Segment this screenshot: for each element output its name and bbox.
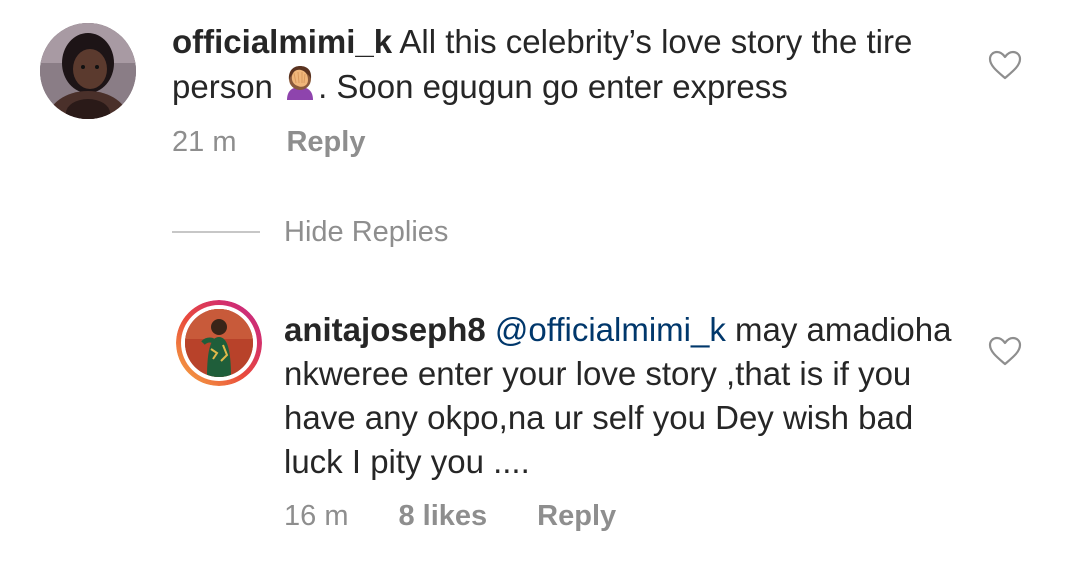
reply-reply-button[interactable]: Reply (537, 500, 616, 532)
avatar[interactable] (40, 23, 136, 119)
hide-replies-label: Hide Replies (284, 215, 449, 248)
reply-button[interactable]: Reply (286, 126, 365, 158)
heart-outline-icon[interactable] (988, 50, 1022, 80)
comment-username[interactable]: officialmimi_k (172, 23, 392, 60)
reply-likes-count[interactable]: 8 likes (398, 500, 487, 532)
heart-outline-icon[interactable] (988, 336, 1022, 366)
reply-meta: 16 m 8 likes Reply (284, 498, 616, 534)
reply-avatar-photo (185, 309, 253, 377)
comment-text-part-2: . Soon egugun go enter express (318, 68, 788, 105)
reply-username[interactable]: anitajoseph8 (284, 311, 486, 348)
comment-meta: 21 m Reply (172, 124, 365, 160)
comments-panel: officialmimi_k All this celebrity’s love… (0, 0, 1080, 581)
replies-divider (172, 231, 260, 233)
comment-timestamp: 21 m (172, 126, 237, 158)
reply-avatar[interactable] (176, 300, 262, 386)
facepalm-emoji-icon (282, 64, 318, 113)
avatar-photo (40, 23, 136, 119)
comment-body: officialmimi_k All this celebrity’s love… (172, 20, 952, 113)
reply-body: anitajoseph8 @officialmimi_k may amadioh… (284, 308, 964, 484)
reply-timestamp: 16 m (284, 500, 349, 532)
hide-replies-button[interactable]: Hide Replies (172, 214, 448, 250)
reply-mention-link[interactable]: @officialmimi_k (495, 311, 726, 348)
